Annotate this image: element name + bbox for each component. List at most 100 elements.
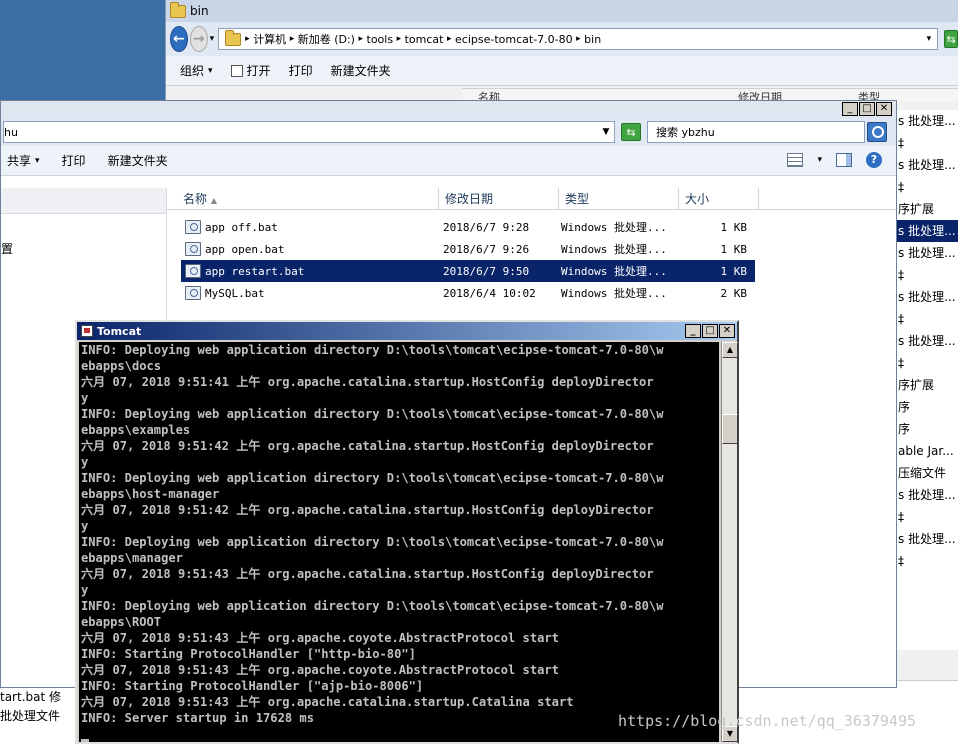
text-cursor [81, 739, 89, 742]
list-item[interactable]: s 批处理... [896, 286, 958, 308]
breadcrumb-ecipse-tomcat[interactable]: ecipse-tomcat-7.0-80 [455, 33, 573, 46]
search-input[interactable]: 搜索 ybzhu [647, 121, 865, 143]
address-bar[interactable]: hu ▼ [3, 121, 615, 143]
batch-file-icon [185, 264, 201, 278]
column-type-header[interactable]: 类型 [559, 188, 679, 210]
window-title-bar[interactable]: bin [166, 0, 958, 22]
console-line: ebapps\docs [81, 359, 162, 373]
batch-file-icon [185, 220, 201, 234]
console-line: ebapps\manager [81, 551, 183, 565]
file-type: Windows 批处理... [561, 265, 667, 278]
forward-arrow-icon[interactable]: → [189, 26, 208, 52]
column-name-header[interactable]: 名称 ▲ [167, 188, 439, 210]
close-icon[interactable]: ✕ [876, 102, 892, 116]
file-row[interactable]: app off.bat 2018/6/7 9:28 Windows 批处理... 1 … [181, 216, 755, 238]
list-item[interactable]: ‡ [896, 506, 958, 528]
list-item[interactable]: ‡ [896, 550, 958, 572]
watermark: https://blog.csdn.net/qq_36379495 [618, 712, 917, 730]
maximize-icon[interactable]: □ [859, 102, 875, 116]
list-item[interactable]: ‡ [896, 308, 958, 330]
new-folder-button[interactable]: 新建文件夹 [108, 152, 168, 169]
console-line: 六月 07, 2018 9:51:43 上午 org.apache.catali… [81, 695, 574, 709]
list-item[interactable]: able Jar... [896, 440, 958, 462]
console-line: ebapps\examples [81, 423, 191, 437]
list-item[interactable]: s 批处理... [896, 154, 958, 176]
list-item[interactable]: 序扩展 [896, 374, 958, 396]
scrollbar[interactable]: ▲ ▼ [721, 342, 738, 742]
scrollbar-thumb[interactable] [722, 414, 738, 444]
minimize-icon[interactable]: _ [842, 102, 858, 116]
breadcrumb-drive[interactable]: 新加卷 (D:) [298, 31, 355, 47]
file-row[interactable]: app restart.bat 2018/6/7 9:50 Windows 批处理.… [181, 260, 755, 282]
history-dropdown-icon[interactable]: ▾ [210, 34, 215, 44]
search-icon[interactable] [867, 122, 887, 142]
organize-button[interactable]: 组织 ▾ [180, 62, 213, 79]
list-item[interactable]: 序 [896, 396, 958, 418]
list-item[interactable]: 序扩展 [896, 198, 958, 220]
list-item[interactable]: 压缩文件 [896, 462, 958, 484]
file-name: app restart.bat [205, 264, 305, 278]
open-button[interactable]: 打开 [230, 62, 271, 79]
breadcrumb-tomcat[interactable]: tomcat [405, 33, 444, 46]
console-line: INFO: Deploying web application director… [81, 471, 664, 485]
window-title-bar[interactable]: _ □ ✕ [1, 101, 896, 118]
column-size-header[interactable]: 大小 [679, 188, 759, 210]
console-line: y [81, 519, 89, 533]
view-options-icon[interactable] [787, 153, 804, 167]
window-title: Tomcat [97, 324, 142, 338]
chevron-down-icon[interactable]: ▾ [817, 155, 822, 165]
console-line: INFO: Deploying web application director… [81, 343, 664, 357]
list-item[interactable]: s 批处理... [896, 242, 958, 264]
file-row[interactable]: app open.bat 2018/6/7 9:26 Windows 批处理... 1… [181, 238, 755, 260]
file-size: 1 KB [720, 242, 748, 256]
list-item[interactable]: s 批处理... [896, 220, 958, 242]
nav-item[interactable]: 置 [1, 240, 13, 257]
chevron-down-icon[interactable]: ▼ [598, 127, 614, 137]
console-line: y [81, 455, 89, 469]
address-row: ← → ▾ ▸ 计算机 ▸ 新加卷 (D:) ▸ tools ▸ tomcat … [166, 22, 958, 56]
file-row[interactable]: MySQL.bat 2018/6/4 10:02 Windows 批处理... 2 K… [181, 282, 755, 304]
list-item[interactable]: ‡ [896, 264, 958, 286]
console-line: 六月 07, 2018 9:51:43 上午 org.apache.coyote… [81, 631, 559, 645]
breadcrumb-bin[interactable]: bin [584, 33, 601, 46]
list-item[interactable]: s 批处理... [896, 528, 958, 550]
breadcrumb-tools[interactable]: tools [367, 33, 394, 46]
print-button[interactable]: 打印 [289, 62, 313, 79]
console-line: ebapps\ROOT [81, 615, 162, 629]
file-type: Windows 批处理... [561, 243, 667, 256]
file-name: app off.bat [205, 220, 278, 234]
list-item[interactable]: ‡ [896, 132, 958, 154]
tomcat-console-window: Tomcat _ □ ✕ INFO: Deploying web applica… [75, 320, 739, 744]
scroll-up-icon[interactable]: ▲ [722, 342, 738, 358]
folder-icon [170, 1, 186, 18]
print-button[interactable]: 打印 [62, 152, 86, 169]
close-icon[interactable]: ✕ [719, 324, 735, 338]
toolbar: 共享 ▾ 打印 新建文件夹 ▾ ? [1, 146, 896, 176]
file-size: 2 KB [720, 286, 748, 300]
list-item[interactable]: ‡ [896, 352, 958, 374]
minimize-icon[interactable]: _ [685, 324, 701, 338]
back-arrow-icon[interactable]: ← [170, 26, 188, 52]
address-bar[interactable]: ▸ 计算机 ▸ 新加卷 (D:) ▸ tools ▸ tomcat ▸ ecip… [218, 28, 939, 50]
list-item[interactable]: 序 [896, 418, 958, 440]
new-folder-button[interactable]: 新建文件夹 [331, 62, 391, 79]
console-output[interactable]: INFO: Deploying web application director… [79, 342, 719, 742]
list-item[interactable]: s 批处理... [896, 484, 958, 506]
help-icon[interactable]: ? [866, 152, 882, 168]
column-date-header[interactable]: 修改日期 [439, 188, 559, 210]
console-line: y [81, 391, 89, 405]
chevron-down-icon[interactable]: ▾ [927, 34, 932, 44]
refresh-icon[interactable]: ⇆ [944, 30, 958, 48]
breadcrumb-computer[interactable]: 计算机 [253, 31, 286, 47]
console-line: INFO: Deploying web application director… [81, 599, 664, 613]
refresh-icon[interactable]: ⇆ [621, 123, 641, 141]
list-item[interactable]: s 批处理... [896, 330, 958, 352]
list-item[interactable]: s 批处理... [896, 110, 958, 132]
preview-pane-icon[interactable] [836, 153, 852, 167]
console-line: INFO: Starting ProtocolHandler ["http-bi… [81, 647, 416, 661]
share-button[interactable]: 共享 ▾ [7, 152, 40, 169]
maximize-icon[interactable]: □ [702, 324, 718, 338]
list-item[interactable]: ‡ [896, 176, 958, 198]
window-title-bar[interactable]: Tomcat _ □ ✕ [77, 322, 737, 340]
batch-file-icon [185, 286, 201, 300]
